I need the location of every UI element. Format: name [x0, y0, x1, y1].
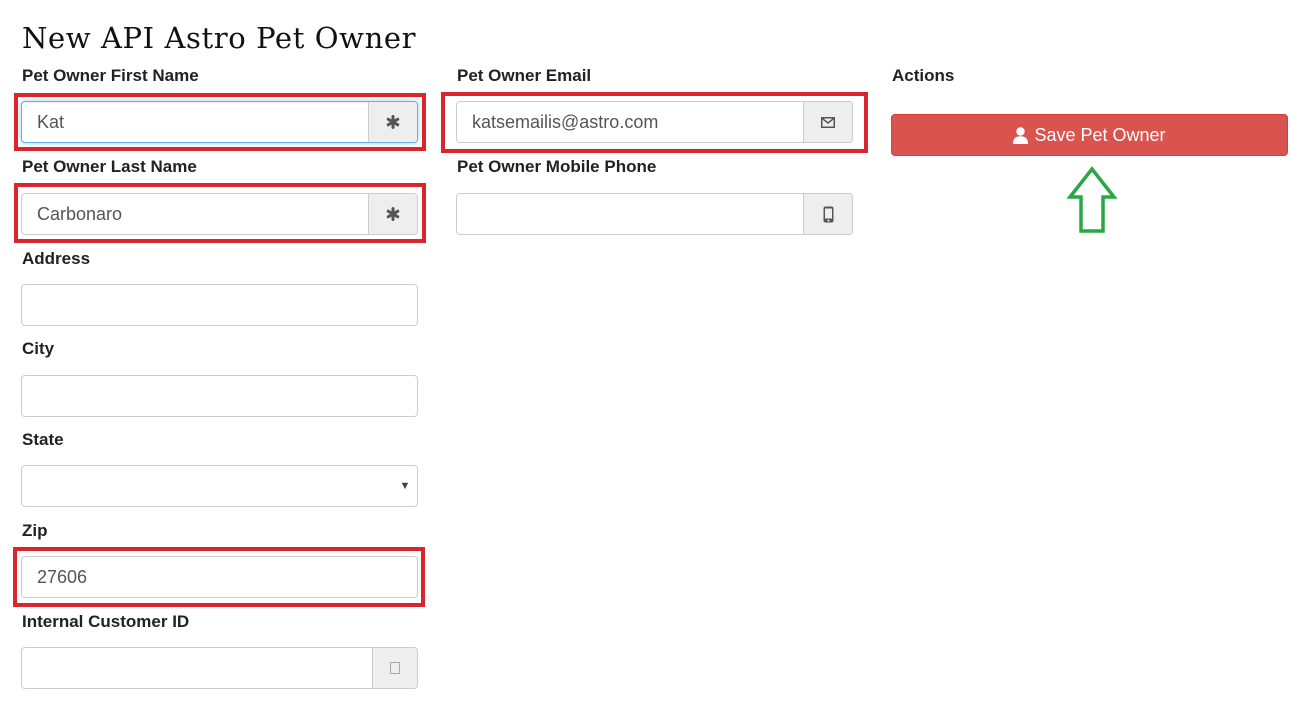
last-name-input[interactable]: [22, 194, 368, 234]
first-name-label: Pet Owner First Name: [22, 66, 199, 85]
email-field: [456, 101, 853, 143]
city-label: City: [22, 339, 55, 358]
customer-id-field: [21, 647, 418, 689]
city-input[interactable]: [22, 376, 417, 416]
asterisk-icon: [368, 194, 417, 234]
save-pet-owner-button[interactable]: Save Pet Owner: [891, 114, 1288, 156]
zip-field: [21, 556, 418, 598]
page-title: New API Astro Pet Owner: [22, 21, 417, 55]
address-field: [21, 284, 418, 326]
zip-input[interactable]: [22, 557, 417, 597]
mobile-phone-input[interactable]: [457, 194, 803, 234]
state-label: State: [22, 430, 64, 449]
state-select[interactable]: ▼: [21, 465, 418, 507]
customer-id-label: Internal Customer ID: [22, 612, 190, 631]
asterisk-icon: [368, 102, 417, 142]
save-pet-owner-label: Save Pet Owner: [1034, 124, 1166, 145]
mobile-phone-field: [456, 193, 853, 235]
first-name-field: [21, 101, 418, 143]
zip-label: Zip: [22, 521, 48, 540]
first-name-input[interactable]: [22, 102, 368, 142]
last-name-label: Pet Owner Last Name: [22, 157, 197, 176]
last-name-field: [21, 193, 418, 235]
actions-label: Actions: [892, 66, 955, 85]
envelope-icon: [803, 102, 852, 142]
id-card-icon: [372, 648, 417, 688]
user-icon: [1013, 126, 1029, 144]
address-label: Address: [22, 249, 91, 268]
address-input[interactable]: [22, 285, 417, 325]
email-input[interactable]: [457, 102, 803, 142]
pet-owner-form-page: New API Astro Pet Owner Pet Owner First …: [0, 0, 1303, 706]
email-label: Pet Owner Email: [457, 66, 592, 85]
mobile-phone-label: Pet Owner Mobile Phone: [457, 157, 657, 176]
state-selected-value: [22, 466, 393, 506]
caret-down-icon: ▼: [399, 480, 411, 492]
up-arrow-annotation-icon: [1066, 166, 1118, 233]
city-field: [21, 375, 418, 417]
phone-icon: [803, 194, 852, 234]
customer-id-input[interactable]: [22, 648, 372, 688]
